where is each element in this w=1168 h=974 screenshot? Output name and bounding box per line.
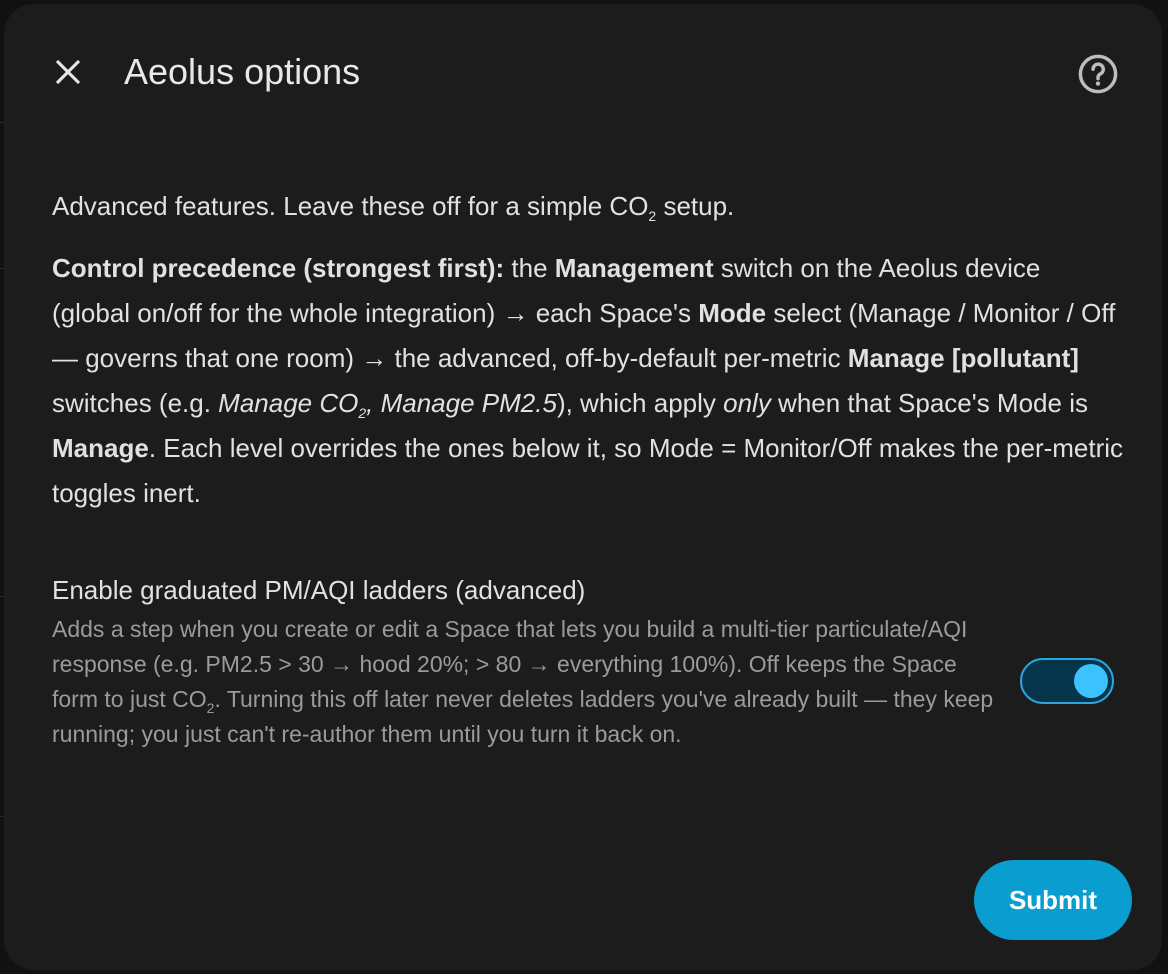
toggle-knob <box>1074 664 1108 698</box>
close-icon <box>55 59 81 85</box>
dialog-title: Aeolus options <box>124 51 361 92</box>
help-circle-icon <box>1078 54 1118 94</box>
ladders-toggle[interactable] <box>1020 658 1114 704</box>
precedence-text: Control precedence (strongest first): th… <box>52 253 1124 508</box>
options-dialog: Aeolus options Advanced features. Leave … <box>4 4 1162 970</box>
dialog-content: Advanced features. Leave these off for a… <box>52 184 1124 516</box>
ladders-setting: Enable graduated PM/AQI ladders (advance… <box>52 570 1124 752</box>
help-button[interactable] <box>1074 50 1122 98</box>
submit-button[interactable]: Submit <box>974 860 1132 940</box>
ladders-setting-label: Enable graduated PM/AQI ladders (advance… <box>52 575 586 605</box>
close-button[interactable] <box>44 48 92 96</box>
ladders-setting-description: Adds a step when you create or edit a Sp… <box>52 616 994 747</box>
precedence-heading: Control precedence (strongest first): <box>52 253 505 283</box>
intro-text: Advanced features. Leave these off for a… <box>52 191 735 224</box>
